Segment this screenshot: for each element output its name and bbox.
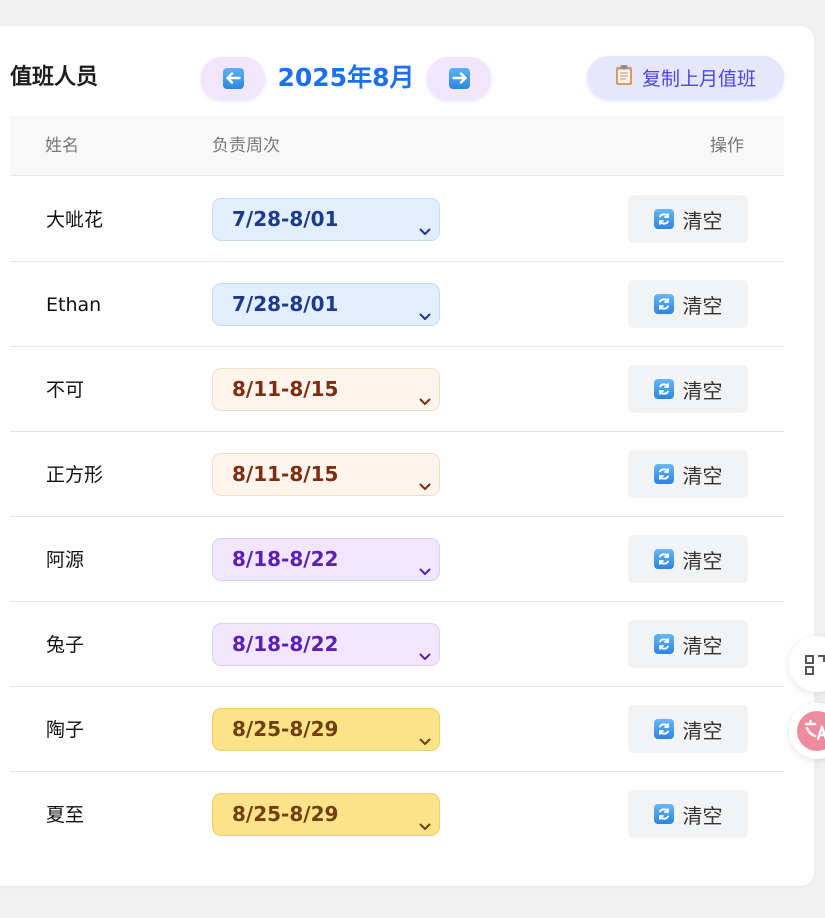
clear-button[interactable]: 清空: [628, 195, 748, 243]
refresh-icon: [653, 634, 674, 654]
clear-button-label: 清空: [682, 208, 723, 233]
refresh-icon: [653, 209, 674, 229]
column-name-header: 姓名: [45, 136, 79, 156]
member-name: 兔子: [46, 634, 85, 656]
qr-scan-icon: [804, 654, 825, 680]
copy-last-month-label: 复制上月值班: [641, 68, 756, 90]
refresh-icon: [653, 464, 674, 484]
clear-button[interactable]: 清空: [628, 705, 748, 753]
clear-button-label: 清空: [682, 293, 723, 318]
clear-button-label: 清空: [682, 548, 723, 573]
clear-button[interactable]: 清空: [628, 280, 748, 328]
table-row: 大呲花 7/28-8/01 清空: [10, 177, 784, 262]
column-action-header: 操作: [710, 136, 744, 156]
week-select-value: 8/11-8/15: [232, 462, 339, 486]
chevron-down-icon: [418, 722, 432, 763]
arrow-left-icon: [222, 67, 244, 89]
table-row: 夏至 8/25-8/29 清空: [10, 772, 784, 857]
week-select[interactable]: 7/28-8/01: [212, 283, 440, 326]
member-name: Ethan: [46, 294, 102, 316]
member-name: 陶子: [46, 719, 85, 741]
table-row: Ethan 7/28-8/01 清空: [10, 262, 784, 347]
chevron-down-icon: [418, 212, 432, 253]
chevron-down-icon: [418, 637, 432, 678]
week-select[interactable]: 7/28-8/01: [212, 198, 440, 241]
week-select[interactable]: 8/11-8/15: [212, 368, 440, 411]
clear-button[interactable]: 清空: [628, 535, 748, 583]
week-select-value: 8/18-8/22: [232, 632, 339, 656]
refresh-icon: [653, 549, 674, 569]
chevron-down-icon: [418, 297, 432, 338]
clear-button[interactable]: 清空: [628, 620, 748, 668]
clear-button-label: 清空: [682, 633, 723, 658]
clear-button-label: 清空: [682, 463, 723, 488]
refresh-icon: [653, 719, 674, 739]
current-month: 2025年8月: [277, 63, 415, 92]
arrow-right-icon: [448, 67, 470, 89]
clear-button-label: 清空: [682, 718, 723, 743]
prev-month-button[interactable]: [201, 57, 265, 99]
chevron-down-icon: [418, 807, 432, 848]
week-select-value: 8/18-8/22: [232, 547, 339, 571]
member-name: 正方形: [46, 464, 104, 486]
table-header: 姓名 负责周次 操作: [10, 116, 784, 176]
member-name: 不可: [46, 379, 85, 401]
week-select-value: 7/28-8/01: [232, 292, 339, 316]
week-select[interactable]: 8/25-8/29: [212, 708, 440, 751]
week-select-value: 7/28-8/01: [232, 207, 339, 231]
week-select[interactable]: 8/11-8/15: [212, 453, 440, 496]
table-row: 正方形 8/11-8/15 清空: [10, 432, 784, 517]
clear-button[interactable]: 清空: [628, 450, 748, 498]
chevron-down-icon: [418, 467, 432, 508]
chevron-down-icon: [418, 382, 432, 423]
clipboard-icon: [615, 64, 633, 91]
clear-button[interactable]: 清空: [628, 365, 748, 413]
copy-last-month-button[interactable]: 复制上月值班: [587, 56, 784, 99]
week-select-value: 8/25-8/29: [232, 802, 339, 826]
column-week-header: 负责周次: [212, 136, 280, 156]
member-name: 阿源: [46, 549, 85, 571]
table-row: 陶子 8/25-8/29 清空: [10, 687, 784, 772]
refresh-icon: [653, 294, 674, 314]
clear-button-label: 清空: [682, 803, 723, 828]
table-row: 阿源 8/18-8/22 清空: [10, 517, 784, 602]
table-row: 兔子 8/18-8/22 清空: [10, 602, 784, 687]
member-name: 夏至: [46, 804, 85, 826]
week-select[interactable]: 8/18-8/22: [212, 623, 440, 666]
week-select-value: 8/25-8/29: [232, 717, 339, 741]
member-name: 大呲花: [46, 209, 104, 231]
refresh-icon: [653, 379, 674, 399]
clear-button[interactable]: 清空: [628, 790, 748, 838]
week-select[interactable]: 8/18-8/22: [212, 538, 440, 581]
table-row: 不可 8/11-8/15 清空: [10, 347, 784, 432]
next-month-button[interactable]: [427, 57, 491, 99]
refresh-icon: [653, 804, 674, 824]
chevron-down-icon: [418, 552, 432, 593]
clear-button-label: 清空: [682, 378, 723, 403]
week-select[interactable]: 8/25-8/29: [212, 793, 440, 836]
week-select-value: 8/11-8/15: [232, 377, 339, 401]
page-title: 值班人员: [10, 65, 99, 90]
translate-icon: [797, 711, 825, 751]
